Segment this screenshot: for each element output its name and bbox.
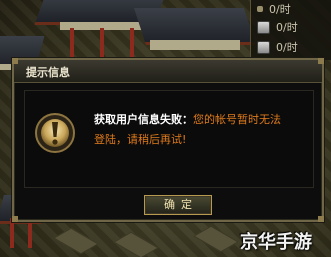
building-pillar xyxy=(130,28,134,58)
resource-row: 0/时 xyxy=(257,38,298,56)
dialog-title: 提示信息 xyxy=(26,66,70,79)
building-pillar xyxy=(28,218,32,248)
horse-icon xyxy=(257,20,270,34)
building-pillar xyxy=(100,28,104,58)
resource-row: 0/时 xyxy=(257,18,298,36)
building-pillar xyxy=(70,28,74,58)
alert-dialog: 提示信息 获取用户信息失败：您的帐号暂时无法登陆，请稍后再试! 确定 xyxy=(12,58,324,222)
resource-rate: 0/时 xyxy=(276,21,298,34)
resource-rate: 0/时 xyxy=(269,3,291,16)
resource-panel: 0/时 0/时 0/时 xyxy=(250,0,331,60)
resource-row: 0/时 xyxy=(257,0,291,18)
shield-icon xyxy=(257,6,263,12)
ore-icon xyxy=(257,40,270,54)
exclamation-icon xyxy=(35,113,75,153)
dialog-corner-ornament xyxy=(318,58,324,64)
building-wall xyxy=(150,40,240,50)
message-title: 获取用户信息失败： xyxy=(94,113,193,126)
building-pillar xyxy=(10,218,14,248)
resource-rate: 0/时 xyxy=(276,41,298,54)
dialog-corner-ornament xyxy=(12,58,18,64)
site-watermark: 京华手游 xyxy=(240,232,312,253)
dialog-message: 获取用户信息失败：您的帐号暂时无法登陆，请稍后再试! xyxy=(94,110,284,150)
dialog-corner-ornament xyxy=(318,216,324,222)
dialog-corner-ornament xyxy=(12,216,18,222)
dialog-title-bar[interactable]: 提示信息 xyxy=(14,60,322,83)
confirm-button[interactable]: 确定 xyxy=(144,195,212,215)
